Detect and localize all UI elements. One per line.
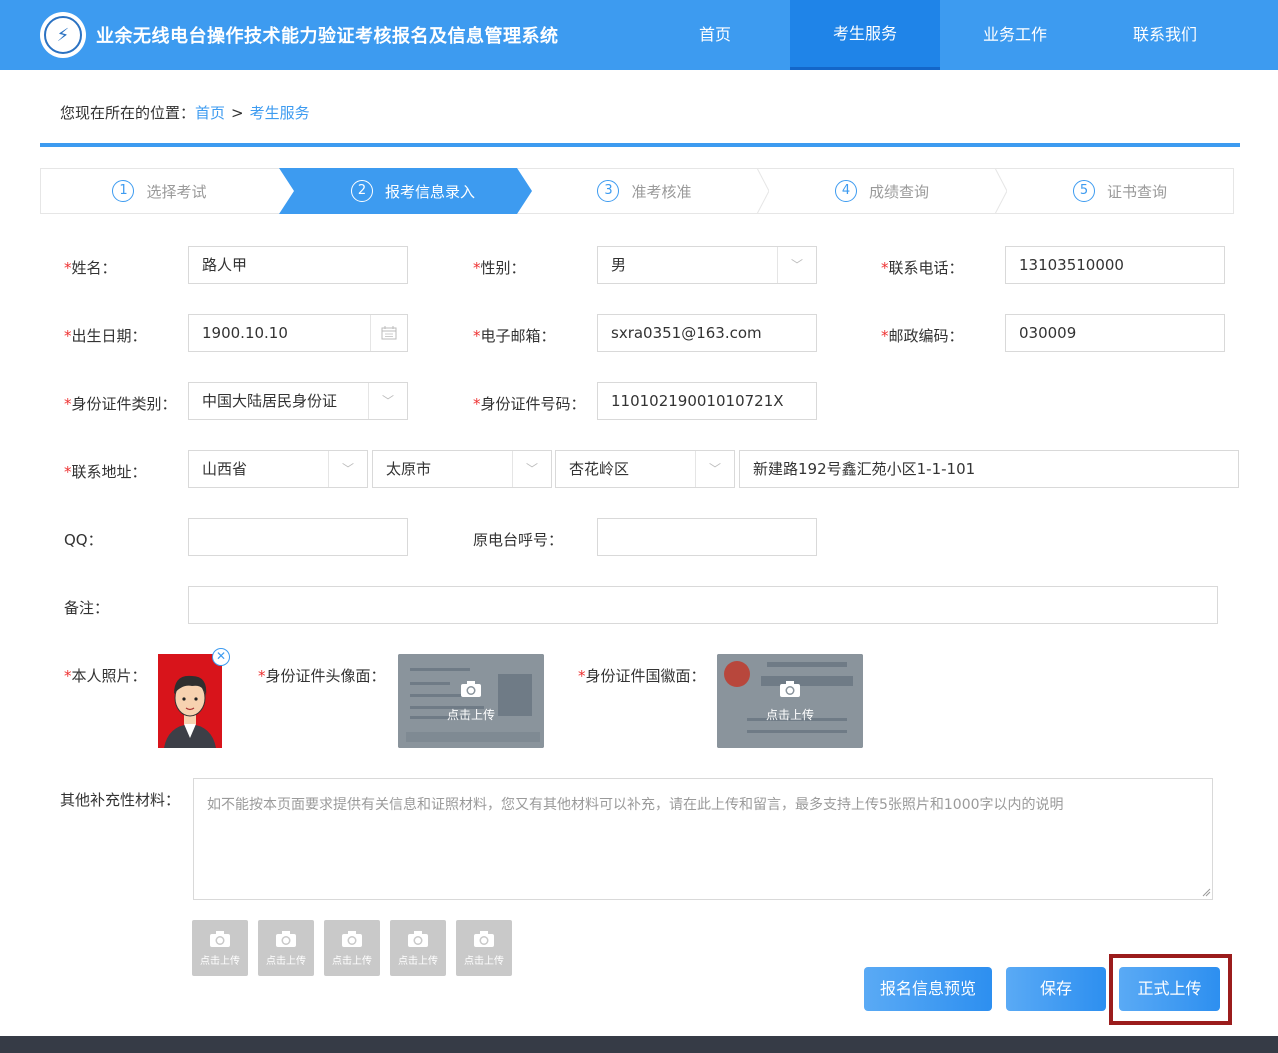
remark-label: 备注：	[64, 599, 110, 617]
postcode-input[interactable]: 030009	[1005, 314, 1225, 352]
upload-text: 点击上传	[464, 955, 504, 967]
upload-text: 点击上传	[446, 707, 495, 722]
gender-select[interactable]: 男 ﹀	[597, 246, 817, 284]
step-divider	[757, 168, 769, 214]
upload-text: 点击上传	[332, 955, 372, 967]
id-number-label: *身份证件号码：	[473, 395, 586, 413]
nav-business-work[interactable]: 业务工作	[940, 0, 1090, 70]
camera-icon	[461, 680, 481, 697]
callsign-label: 原电台呼号：	[473, 531, 564, 549]
name-input[interactable]: 路人甲	[188, 246, 408, 284]
section-divider	[40, 143, 1240, 147]
phone-label: *联系电话：	[881, 259, 964, 277]
step-enter-info[interactable]: 2 报考信息录入	[294, 168, 532, 214]
step-score-query[interactable]: 4 成绩查询	[769, 168, 995, 214]
camera-upload-overlay: 点击上传	[398, 654, 544, 748]
breadcrumb-separator: >	[231, 104, 244, 122]
step-label: 选择考试	[146, 182, 207, 201]
id-back-label: *身份证件国徽面：	[578, 667, 706, 685]
step-number: 5	[1072, 180, 1095, 202]
site-logo[interactable]: ⚡	[40, 12, 86, 58]
nav-contact-us[interactable]: 联系我们	[1090, 0, 1240, 70]
camera-icon	[276, 930, 296, 947]
gender-label: *性别：	[473, 259, 526, 277]
birth-date-input[interactable]: 1900.10.10	[188, 314, 408, 352]
province-select[interactable]: 山西省 ﹀	[188, 450, 368, 488]
extra-upload-slot[interactable]: 点击上传	[324, 920, 380, 976]
camera-icon	[210, 930, 230, 947]
close-icon[interactable]: ✕	[212, 648, 230, 666]
camera-icon	[474, 930, 494, 947]
name-label: *姓名：	[64, 259, 117, 277]
chevron-down-icon: ﹀	[777, 247, 816, 283]
remark-input[interactable]	[188, 586, 1218, 624]
email-label: *电子邮箱：	[473, 327, 556, 345]
camera-upload-overlay: 点击上传	[717, 654, 863, 748]
calendar-icon[interactable]	[370, 315, 407, 351]
chevron-down-icon: ﹀	[695, 451, 734, 487]
id-number-input[interactable]: 11010219001010721X	[597, 382, 817, 420]
step-label: 成绩查询	[868, 182, 929, 201]
chevron-down-icon: ﹀	[368, 383, 407, 419]
extra-upload-slot[interactable]: 点击上传	[258, 920, 314, 976]
id-type-select[interactable]: 中国大陆居民身份证 ﹀	[188, 382, 408, 420]
preview-button[interactable]: 报名信息预览	[864, 967, 992, 1011]
save-button[interactable]: 保存	[1006, 967, 1106, 1011]
id-type-label: *身份证件类别：	[64, 395, 177, 413]
other-materials-textarea[interactable]: 如不能按本页面要求提供有关信息和证照材料，您又有其他材料可以补充，请在此上传和留…	[193, 778, 1213, 900]
resize-handle-icon[interactable]	[1201, 887, 1211, 897]
footer-bar	[0, 1036, 1278, 1053]
site-title: 业余无线电台操作技术能力验证考核报名及信息管理系统	[96, 26, 559, 47]
submit-button[interactable]: 正式上传	[1119, 967, 1220, 1011]
phone-input[interactable]: 13103510000	[1005, 246, 1225, 284]
chevron-down-icon: ﹀	[328, 451, 367, 487]
breadcrumb-current-link[interactable]: 考生服务	[250, 104, 310, 122]
antenna-logo-icon: ⚡	[44, 16, 82, 54]
address-detail-input[interactable]: 新建路192号鑫汇苑小区1-1-101	[739, 450, 1239, 488]
personal-photo-thumbnail[interactable]	[158, 654, 222, 748]
postcode-label: *邮政编码：	[881, 327, 964, 345]
id-front-label: *身份证件头像面：	[258, 667, 386, 685]
district-select[interactable]: 杏花岭区 ﹀	[555, 450, 735, 488]
breadcrumb: 您现在所在的位置：首页 > 考生服务	[60, 102, 310, 123]
step-select-exam[interactable]: 1 选择考试	[40, 168, 279, 214]
camera-icon	[408, 930, 428, 947]
upload-text: 点击上传	[266, 955, 306, 967]
email-input[interactable]: sxra0351@163.com	[597, 314, 817, 352]
upload-text: 点击上传	[200, 955, 240, 967]
upload-text: 点击上传	[398, 955, 438, 967]
city-select[interactable]: 太原市 ﹀	[372, 450, 552, 488]
step-certificate-query[interactable]: 5 证书查询	[1007, 168, 1233, 214]
step-number: 3	[597, 180, 620, 202]
extra-upload-slot[interactable]: 点击上传	[390, 920, 446, 976]
step-label: 准考核准	[631, 182, 692, 201]
address-label: *联系地址：	[64, 463, 147, 481]
breadcrumb-prefix: 您现在所在的位置：	[60, 104, 196, 122]
camera-icon	[780, 680, 800, 697]
step-divider	[995, 168, 1007, 214]
extra-upload-slot[interactable]: 点击上传	[456, 920, 512, 976]
upload-text: 点击上传	[765, 707, 814, 722]
step-label: 报考信息录入	[384, 182, 475, 201]
step-number: 1	[112, 180, 135, 202]
qq-label: QQ：	[64, 531, 103, 549]
extra-upload-slot[interactable]: 点击上传	[192, 920, 248, 976]
step-number: 2	[350, 180, 373, 202]
photo-label: *本人照片：	[64, 667, 147, 685]
breadcrumb-home-link[interactable]: 首页	[195, 104, 225, 122]
nav-home[interactable]: 首页	[640, 0, 790, 70]
step-number: 4	[834, 180, 857, 202]
id-front-upload[interactable]: 点击上传	[398, 654, 544, 748]
chevron-down-icon: ﹀	[512, 451, 551, 487]
camera-icon	[342, 930, 362, 947]
step-label: 证书查询	[1106, 182, 1167, 201]
callsign-input[interactable]	[597, 518, 817, 556]
other-materials-label: 其他补充性材料：	[60, 791, 181, 809]
qq-input[interactable]	[188, 518, 408, 556]
step-admission-approval[interactable]: 3 准考核准	[532, 168, 757, 214]
id-back-upload[interactable]: 点击上传	[717, 654, 863, 748]
birth-label: *出生日期：	[64, 327, 147, 345]
nav-candidate-service[interactable]: 考生服务	[790, 0, 940, 70]
